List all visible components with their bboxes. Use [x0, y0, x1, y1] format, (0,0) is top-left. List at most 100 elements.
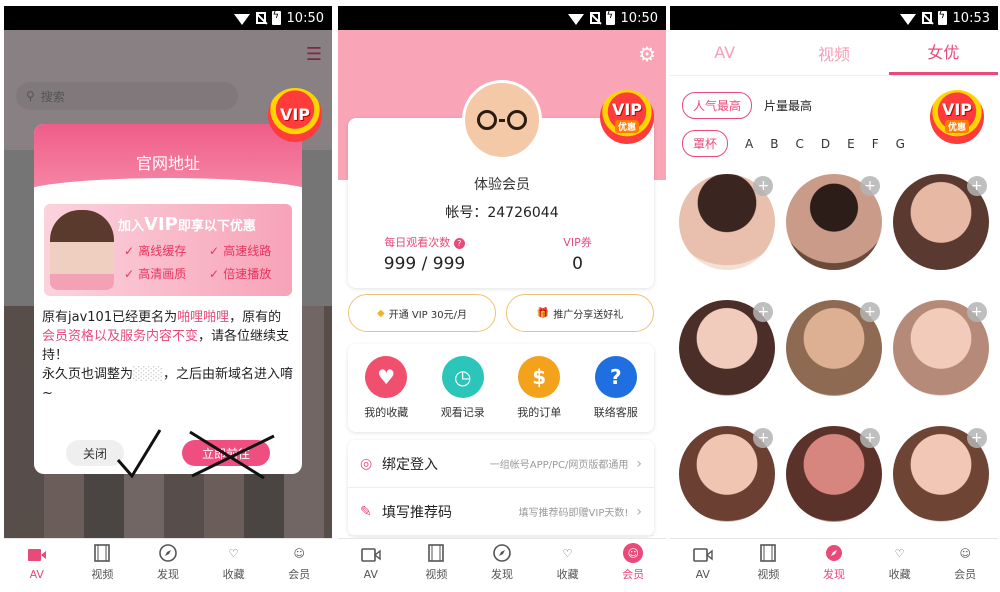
diamond-icon: ◆ — [377, 307, 385, 319]
official-site-dialog: 官网地址 加入VIP即享以下优惠 离线缓存 高速线路 高清画质 倍速播放 原有j… — [34, 124, 302, 474]
letter-filter[interactable]: E — [847, 137, 855, 151]
watch-history-button[interactable]: ◷ 观看记录 — [441, 356, 485, 420]
member-type: 体验会员 — [474, 177, 530, 193]
heart-icon: ♡ — [562, 546, 573, 560]
my-orders-button[interactable]: $ 我的订单 — [517, 356, 561, 420]
nav-discover[interactable]: 发现 — [138, 543, 198, 582]
nav-video[interactable]: 视频 — [72, 543, 132, 582]
add-icon[interactable]: + — [859, 428, 880, 448]
member-stats: 每日观看次数 ? 999 / 999 VIP券 0 — [348, 234, 654, 274]
nav-label: 会员 — [622, 568, 645, 581]
wifi-icon — [233, 13, 250, 25]
heart-icon: ♡ — [894, 546, 905, 560]
nav-label: AV — [363, 567, 378, 581]
letter-filter[interactable]: B — [770, 137, 778, 151]
film-icon — [426, 543, 446, 563]
sort-popular-chip[interactable]: 人气最高 — [682, 92, 753, 119]
no-sim-icon — [589, 12, 600, 24]
vip-discount-badge[interactable]: VIP 优惠 — [930, 90, 984, 144]
nav-label: 收藏 — [888, 568, 911, 581]
nav-label: 视频 — [757, 568, 780, 581]
wifi-icon — [567, 13, 584, 25]
cup-chip[interactable]: 罩杯 — [682, 130, 729, 157]
nav-label: 发现 — [156, 568, 179, 581]
clock-icon: ◷ — [441, 356, 484, 398]
add-icon[interactable]: + — [859, 176, 880, 196]
nav-member[interactable]: ☺ 会员 — [603, 543, 663, 582]
nav-favorites[interactable]: ♡ 收藏 — [204, 543, 264, 582]
dialog-header: 官网地址 — [34, 124, 302, 214]
nav-video[interactable]: 视频 — [738, 543, 798, 582]
gear-icon[interactable]: ⚙ — [638, 42, 656, 66]
actress-avatar[interactable]: + — [679, 300, 776, 396]
actress-avatar[interactable]: + — [785, 300, 882, 396]
stat-value: 0 — [572, 254, 583, 274]
letter-filter[interactable]: C — [795, 137, 803, 151]
bottom-navigation: AV 视频 发现 ♡ 收藏 ☺ 会员 — [670, 538, 998, 586]
vip-discount-badge[interactable]: VIP 优惠 — [600, 90, 654, 144]
nav-video[interactable]: 视频 — [406, 543, 466, 582]
row-title: 填写推荐码 — [382, 504, 452, 521]
category-tabs: AV 视频 女优 — [670, 30, 998, 76]
heart-icon: ♡ — [228, 546, 239, 560]
dialog-title: 官网地址 — [135, 154, 200, 173]
go-now-button[interactable]: 立即前往 — [182, 440, 270, 466]
phone-screen-actresses: 10:53 AV 视频 女优 人气最高 片量最高 VIP 优惠 罩杯 A B C… — [670, 6, 998, 586]
add-icon[interactable]: + — [753, 176, 774, 196]
add-icon[interactable]: + — [966, 302, 987, 322]
tab-video[interactable]: 视频 — [779, 30, 888, 75]
nav-av[interactable]: AV — [673, 545, 733, 581]
actress-avatar[interactable]: + — [785, 426, 882, 522]
nav-label: AV — [695, 567, 710, 581]
nav-label: 发现 — [490, 568, 513, 581]
open-vip-button[interactable]: ◆ 开通 VIP 30元/月 — [348, 294, 496, 332]
tab-av[interactable]: AV — [670, 30, 779, 75]
add-icon[interactable]: + — [859, 302, 880, 322]
add-icon[interactable]: + — [966, 176, 987, 196]
status-time: 10:50 — [620, 10, 658, 26]
actress-avatar[interactable]: + — [785, 174, 882, 270]
add-icon[interactable]: + — [753, 302, 774, 322]
close-button[interactable]: 关闭 — [66, 440, 124, 466]
vip-promo-banner[interactable]: 加入VIP即享以下优惠 离线缓存 高速线路 高清画质 倍速播放 — [44, 204, 292, 296]
add-icon[interactable]: + — [966, 428, 987, 448]
bind-login-row[interactable]: ◎ 绑定登入 一组帐号APP/PC/网页版都通用 › — [348, 440, 654, 488]
nav-label: 会员 — [288, 568, 311, 581]
vip-discount-badge[interactable]: VIP — [268, 88, 322, 142]
phone-screen-member: 10:50 ⚙ VIP 优惠 体验会员 帐号：24726044 每日观看次数 ?… — [338, 6, 666, 586]
actress-avatar[interactable]: + — [679, 426, 776, 522]
letter-filter[interactable]: D — [821, 137, 830, 151]
letter-filter[interactable]: G — [896, 137, 905, 151]
actress-avatar[interactable]: + — [892, 174, 989, 270]
actress-avatar[interactable]: + — [679, 174, 776, 270]
actress-avatar[interactable]: + — [892, 426, 989, 522]
share-promo-button[interactable]: 🎁 推广分享送好礼 — [506, 294, 654, 332]
my-favorites-button[interactable]: ♥ 我的收藏 — [364, 356, 408, 420]
help-icon[interactable]: ? — [453, 238, 465, 249]
nav-discover[interactable]: 发现 — [472, 543, 532, 582]
tab-actresses[interactable]: 女优 — [888, 30, 998, 75]
nav-member[interactable]: ☺ 会员 — [269, 543, 329, 582]
avatar[interactable] — [462, 80, 542, 160]
add-icon[interactable]: + — [753, 428, 774, 448]
actress-avatar[interactable]: + — [892, 300, 989, 396]
nav-label: 收藏 — [222, 568, 245, 581]
status-bar: 10:50 — [4, 6, 332, 30]
customer-service-button[interactable]: ? 联络客服 — [594, 356, 638, 420]
action-label: 我的收藏 — [364, 406, 409, 419]
nav-av[interactable]: AV — [341, 545, 401, 581]
vip-badge-label: VIP — [941, 99, 973, 119]
edit-icon: ✎ — [360, 503, 372, 520]
question-icon: ? — [594, 356, 637, 398]
letter-filter[interactable]: A — [745, 137, 753, 151]
referral-code-row[interactable]: ✎ 填写推荐码 填写推荐码即赠VIP天数! › — [348, 488, 654, 536]
nav-favorites[interactable]: ♡ 收藏 — [870, 543, 930, 582]
glasses-icon — [477, 110, 527, 130]
nav-favorites[interactable]: ♡ 收藏 — [538, 543, 598, 582]
letter-filter[interactable]: F — [872, 137, 879, 151]
nav-av[interactable]: AV — [7, 545, 67, 581]
nav-discover[interactable]: 发现 — [804, 543, 864, 582]
sort-count-option[interactable]: 片量最高 — [764, 97, 812, 114]
feature-item: 倍速播放 — [209, 265, 294, 282]
nav-member[interactable]: ☺ 会员 — [935, 543, 995, 582]
